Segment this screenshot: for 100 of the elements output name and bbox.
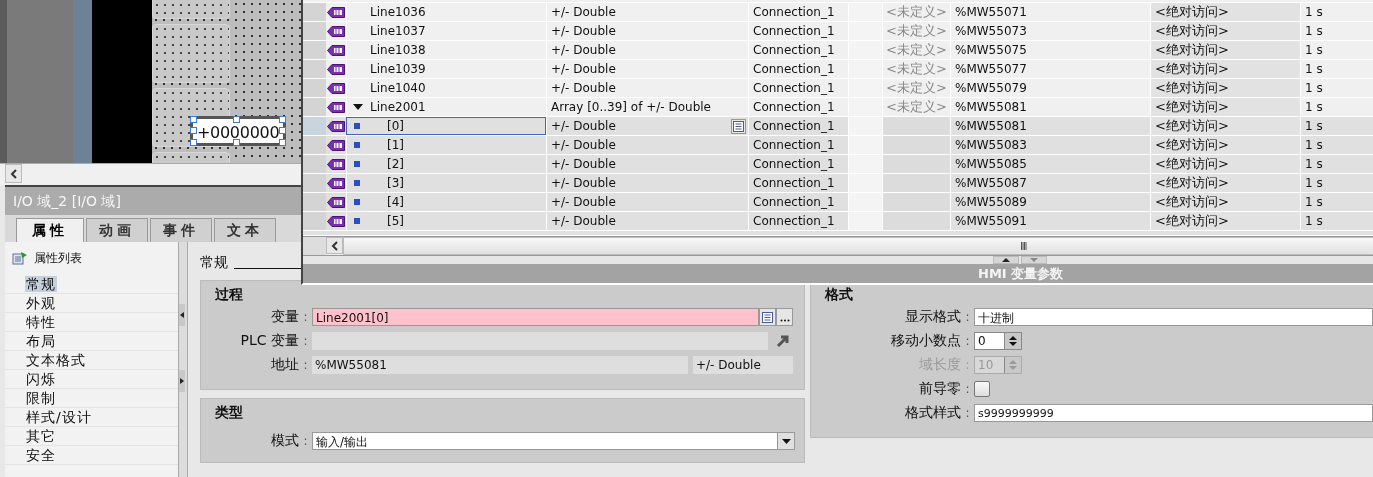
row-header[interactable] bbox=[303, 136, 326, 154]
table-cell: %MW55081 bbox=[955, 100, 1027, 114]
property-list-item[interactable]: 外观 bbox=[25, 295, 57, 311]
table-cell: <绝对访问> bbox=[1155, 193, 1229, 211]
property-list-item[interactable]: 其它 bbox=[25, 428, 57, 444]
tab[interactable]: 动画 bbox=[86, 218, 148, 242]
field-label: 模式 bbox=[270, 432, 299, 450]
property-list-item[interactable]: 特性 bbox=[25, 314, 57, 330]
table-row[interactable]: Line2001 Array [0..39] of +/- Double Connection_1 <未定义> %MW55081 <绝对访问> 1 s bbox=[303, 98, 1373, 117]
name-cell[interactable]: Line1038 bbox=[346, 41, 546, 59]
table-cell: Connection_1 bbox=[753, 214, 835, 228]
horizontal-scrollbar[interactable] bbox=[0, 163, 301, 185]
tab[interactable]: 文本 bbox=[214, 218, 276, 242]
row-header[interactable] bbox=[303, 174, 326, 192]
table-cell: +/- Double bbox=[551, 24, 616, 38]
table-row[interactable]: Line1040 +/- Double Connection_1 <未定义> %MW55079 <绝对访问> 1 s bbox=[303, 79, 1373, 98]
splitter-up-button[interactable] bbox=[993, 256, 1019, 264]
property-list-icon bbox=[12, 251, 28, 265]
table-cell: Connection_1 bbox=[753, 5, 835, 19]
expand-button[interactable] bbox=[179, 370, 185, 392]
row-header[interactable] bbox=[303, 60, 326, 78]
property-list-item[interactable]: 安全 bbox=[25, 447, 57, 463]
browse-button[interactable] bbox=[776, 308, 793, 326]
horizontal-scrollbar[interactable] bbox=[343, 237, 1373, 255]
element-bullet-icon bbox=[354, 161, 360, 167]
row-header[interactable] bbox=[303, 79, 326, 97]
tag-icon bbox=[327, 215, 345, 227]
row-header[interactable] bbox=[303, 193, 326, 211]
property-list-item[interactable]: 布局 bbox=[25, 333, 57, 349]
table-row[interactable]: [4] +/- Double Connection_1 %MW55089 <绝对访问> 1 s bbox=[303, 193, 1373, 212]
name-cell[interactable]: Line1040 bbox=[346, 79, 546, 97]
table-cell: <未定义> bbox=[886, 3, 947, 21]
table-cell: <绝对访问> bbox=[1155, 79, 1229, 97]
row-header[interactable] bbox=[303, 212, 326, 230]
property-list-item[interactable]: 常规 bbox=[25, 276, 57, 292]
name-cell[interactable]: [3] bbox=[346, 174, 546, 192]
tag-field[interactable]: Line2001[0] bbox=[312, 308, 759, 326]
table-row[interactable]: Line1038 +/- Double Connection_1 <未定义> %MW55075 <绝对访问> 1 s bbox=[303, 41, 1373, 60]
name-cell[interactable]: Line2001 bbox=[346, 98, 546, 116]
row-header[interactable] bbox=[303, 117, 326, 135]
arrow-icon[interactable] bbox=[776, 334, 790, 348]
name-cell[interactable]: [1] bbox=[346, 136, 546, 154]
list-button[interactable] bbox=[759, 308, 776, 326]
table-row[interactable]: Line1036 +/- Double Connection_1 <未定义> %MW55071 <绝对访问> 1 s bbox=[303, 3, 1373, 22]
property-list-item[interactable]: 限制 bbox=[25, 390, 57, 406]
row-header[interactable] bbox=[303, 155, 326, 173]
tab[interactable]: 事件 bbox=[150, 218, 212, 242]
table-row[interactable]: Line1039 +/- Double Connection_1 <未定义> %MW55077 <绝对访问> 1 s bbox=[303, 60, 1373, 79]
table-cell: <绝对访问> bbox=[1155, 41, 1229, 59]
property-list-item[interactable]: 闪烁 bbox=[25, 371, 57, 387]
expanded-triangle-icon[interactable] bbox=[353, 102, 363, 112]
row-header[interactable] bbox=[303, 22, 326, 40]
property-list-item[interactable]: 样式/设计 bbox=[25, 409, 93, 425]
table-cell: %MW55081 bbox=[955, 119, 1027, 133]
table-cell: <绝对访问> bbox=[1155, 60, 1229, 78]
name-cell[interactable]: [0] bbox=[346, 117, 546, 135]
name-cell[interactable]: [5] bbox=[346, 212, 546, 230]
table-cell: %MW55083 bbox=[955, 138, 1027, 152]
field-label: 显示格式 bbox=[904, 308, 961, 326]
row-header[interactable] bbox=[303, 3, 326, 21]
checkbox[interactable] bbox=[974, 381, 990, 397]
data-type-field: +/- Double bbox=[693, 356, 793, 374]
name-cell[interactable]: Line1037 bbox=[346, 22, 546, 40]
table-cell: Array [0..39] of +/- Double bbox=[551, 100, 711, 114]
name-cell[interactable]: [2] bbox=[346, 155, 546, 173]
format-pattern-field[interactable]: s9999999999 bbox=[974, 404, 1373, 422]
property-list-item[interactable]: 文本格式 bbox=[25, 352, 87, 368]
collapse-button[interactable] bbox=[179, 304, 185, 326]
table-cell: %MW55077 bbox=[955, 62, 1027, 76]
field-label: 地址 bbox=[270, 356, 299, 374]
name-cell[interactable]: [4] bbox=[346, 193, 546, 211]
element-bullet-icon bbox=[354, 123, 360, 129]
table-row[interactable]: [0] +/- Double Connection_1 %MW55081 <绝对访问> 1 s bbox=[303, 117, 1373, 136]
tag-icon bbox=[327, 120, 345, 132]
table-row[interactable]: [1] +/- Double Connection_1 %MW55083 <绝对访问> 1 s bbox=[303, 136, 1373, 155]
field-label: 变量 bbox=[270, 308, 299, 326]
row-header[interactable] bbox=[303, 41, 326, 59]
io-field[interactable]: +0000000 bbox=[190, 116, 286, 146]
table-cell: Connection_1 bbox=[753, 62, 835, 76]
scroll-left-button[interactable] bbox=[5, 164, 22, 183]
tag-name: [0] bbox=[387, 119, 404, 133]
colon: : bbox=[302, 358, 309, 372]
row-header[interactable] bbox=[303, 98, 326, 116]
name-cell[interactable]: Line1039 bbox=[346, 60, 546, 78]
name-cell[interactable]: Line1036 bbox=[346, 3, 546, 21]
table-cell: +/- Double bbox=[551, 214, 616, 228]
ellipsis-icon bbox=[779, 319, 790, 322]
decimal-shift-spinner[interactable]: 0 bbox=[974, 332, 1022, 350]
table-cell: %MW55071 bbox=[955, 5, 1027, 19]
table-row[interactable]: [5] +/- Double Connection_1 %MW55091 <绝对访问> 1 s bbox=[303, 212, 1373, 231]
table-row[interactable]: Line1037 +/- Double Connection_1 <未定义> %MW55073 <绝对访问> 1 s bbox=[303, 22, 1373, 41]
table-row[interactable]: [2] +/- Double Connection_1 %MW55085 <绝对访问> 1 s bbox=[303, 155, 1373, 174]
table-row[interactable]: [3] +/- Double Connection_1 %MW55087 <绝对访问> 1 s bbox=[303, 174, 1373, 193]
mode-dropdown[interactable]: 输入/输出 bbox=[312, 432, 795, 450]
display-format-dropdown[interactable]: 十进制 bbox=[974, 308, 1373, 326]
table-cell: <未定义> bbox=[886, 41, 947, 59]
list-icon bbox=[733, 120, 744, 132]
scroll-left-button[interactable] bbox=[326, 237, 343, 254]
tab[interactable]: 属性 bbox=[16, 218, 84, 242]
list-button[interactable] bbox=[731, 118, 746, 134]
